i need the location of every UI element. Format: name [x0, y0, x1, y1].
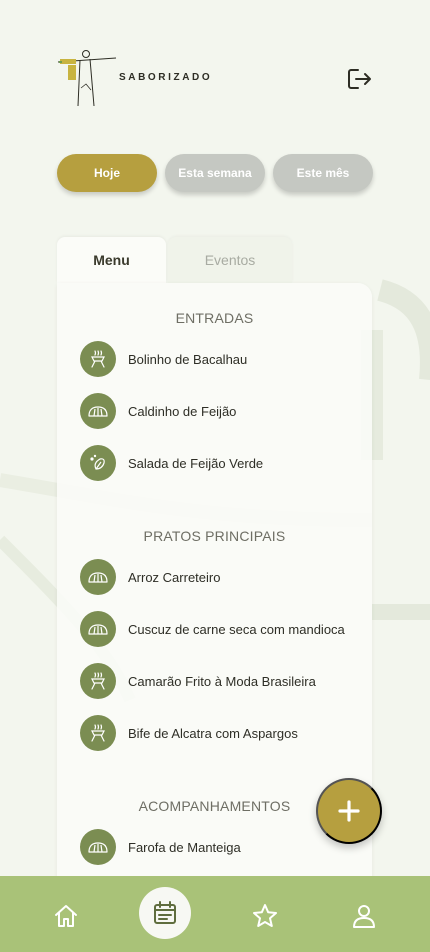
grill-icon: [80, 663, 116, 699]
bottom-navigation: [0, 876, 430, 952]
user-icon: [353, 905, 375, 928]
bread-icon: [80, 611, 116, 647]
grill-icon: [80, 715, 116, 751]
dish-name: Arroz Carreteiro: [128, 569, 221, 585]
list-item[interactable]: Cuscuz de carne seca com mandioca: [80, 611, 345, 647]
list-item[interactable]: Caldinho de Feijão: [80, 393, 236, 429]
bread-icon: [80, 393, 116, 429]
nav-favorites-button[interactable]: [239, 890, 291, 942]
salad-icon: [80, 445, 116, 481]
dish-name: Bolinho de Bacalhau: [128, 351, 248, 367]
list-item[interactable]: Salada de Feijão Verde: [80, 445, 263, 481]
dish-name: Farofa de Manteiga: [128, 839, 241, 855]
app-header: SABORIZADO: [56, 48, 374, 110]
nav-home-button[interactable]: [40, 890, 92, 942]
christ-redeemer-logo: [57, 50, 117, 107]
dish-name: Cuscuz de carne seca com mandioca: [128, 621, 345, 637]
period-filters: Hoje Esta semana Este mês: [57, 154, 373, 192]
dish-name: Camarão Frito à Moda Brasileira: [128, 673, 316, 689]
content-tabs: Menu Eventos: [57, 237, 292, 283]
home-icon: [55, 905, 77, 927]
nav-profile-button[interactable]: [338, 890, 390, 942]
tab-menu[interactable]: Menu: [57, 237, 166, 283]
list-item[interactable]: Arroz Carreteiro: [80, 559, 220, 595]
nav-calendar-button[interactable]: [139, 887, 191, 939]
list-item[interactable]: Farofa de Manteiga: [80, 829, 241, 865]
star-icon: [253, 904, 277, 927]
calendar-icon: [154, 901, 176, 924]
plus-icon: [338, 800, 360, 822]
tab-events[interactable]: Eventos: [168, 237, 292, 283]
filter-today-button[interactable]: Hoje: [57, 154, 157, 192]
dish-name: Bife de Alcatra com Aspargos: [128, 725, 298, 741]
list-item[interactable]: Camarão Frito à Moda Brasileira: [80, 663, 316, 699]
logout-icon[interactable]: [346, 67, 372, 91]
add-button[interactable]: [316, 778, 382, 844]
bread-icon: [80, 829, 116, 865]
list-item[interactable]: Bife de Alcatra com Aspargos: [80, 715, 298, 751]
filter-this-month-button[interactable]: Este mês: [273, 154, 373, 192]
filter-this-week-button[interactable]: Esta semana: [165, 154, 265, 192]
section-title-entradas: ENTRADAS: [175, 310, 254, 326]
brand-name: SABORIZADO: [119, 72, 213, 83]
dish-name: Caldinho de Feijão: [128, 403, 237, 419]
section-title-pratos-principais: PRATOS PRINCIPAIS: [143, 528, 286, 544]
list-item[interactable]: Bolinho de Bacalhau: [80, 341, 247, 377]
grill-icon: [80, 341, 116, 377]
bread-icon: [80, 559, 116, 595]
dish-name: Salada de Feijão Verde: [128, 455, 264, 471]
